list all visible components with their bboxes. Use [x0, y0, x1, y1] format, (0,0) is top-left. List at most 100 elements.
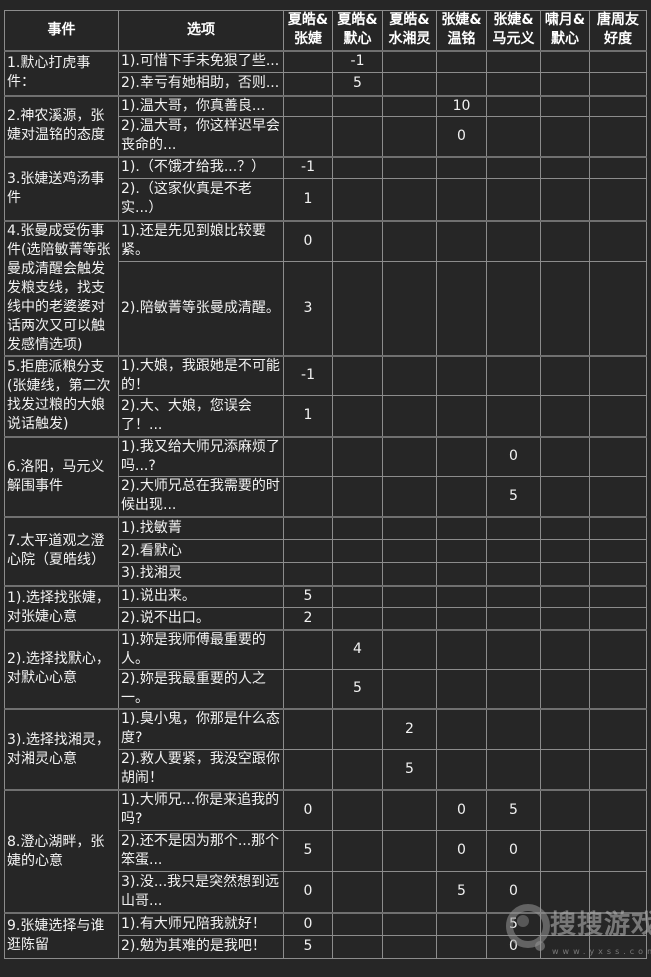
value-cell-xiaoyue-moxin [540, 708, 590, 750]
value-cell-zhangjie-mayuanyi [486, 628, 541, 670]
value-cell-zhangjie-wenming [436, 49, 487, 73]
value-cell-zhangjie-wenming: 0 [436, 829, 487, 872]
value-cell-zhangjie-wenming [436, 72, 487, 96]
value-cell-zhangjie-mayuanyi: 5 [486, 912, 541, 936]
value-cell-zhangjie-wenming: 0 [436, 789, 487, 831]
value-cell-xiahao-moxin [332, 354, 383, 396]
column-header-line: 张婕& [493, 12, 534, 29]
column-header-line: 事件 [47, 21, 76, 38]
option-cell: 1).我又给大师兄添麻烦了吗...? [118, 435, 284, 477]
value-cell-xiaoyue-moxin [540, 628, 590, 670]
column-header-line: 水湘灵 [388, 31, 431, 48]
event-cell: 4.张曼成受伤事件(选陪敏菁等张曼成清醒会触发发粮支线，找支线中的老婆婆对话两次… [4, 219, 119, 356]
column-header-xiahao-zhangjie: 夏皓& 张婕 [283, 10, 333, 52]
value-cell-zhangjie-wenming [436, 607, 487, 630]
value-cell-zhangjie-wenming [436, 562, 487, 586]
value-cell-tangzhou-friendship [589, 395, 647, 437]
table-row: 9.张婕选择与谁逛陈留 1).有大师兄陪我就好！ 0 5 [4, 912, 647, 959]
value-cell-zhangjie-mayuanyi [486, 72, 541, 96]
value-cell-tangzhou-friendship [589, 354, 647, 396]
value-cell-xiaoyue-moxin [540, 476, 590, 517]
value-cell-zhangjie-mayuanyi [486, 395, 541, 437]
value-cell-tangzhou-friendship [589, 515, 647, 540]
value-cell-zhangjie-mayuanyi [486, 116, 541, 157]
value-cell-xiahao-shuixiangling [382, 829, 437, 872]
option-cell: 2).说不出口。 [118, 607, 284, 630]
value-cell-xiahao-zhangjie [283, 435, 333, 477]
column-header-line: 唐周友 [597, 12, 639, 29]
value-cell-xiahao-zhangjie [283, 539, 333, 563]
column-header-zhangjie-mayuanyi: 张婕& 马元义 [486, 10, 541, 52]
value-cell-zhangjie-wenming [436, 260, 487, 357]
value-cell-zhangjie-mayuanyi: 0 [486, 435, 541, 477]
option-cell: 2).（这家伙真是不老实...） [118, 178, 284, 221]
value-cell-zhangjie-wenming [436, 584, 487, 608]
table-row: 3.张婕送鸡汤事件 1).（不饿才给我...？） -1 [4, 155, 647, 221]
table-row: 2.神农溪源，张婕对温铭的态度 1).温大哥，你真善良... 10 [4, 94, 647, 157]
value-cell-xiahao-moxin: 4 [332, 628, 383, 670]
event-cell: 9.张婕选择与谁逛陈留 [4, 912, 119, 959]
event-cell: 1.默心打虎事件： [4, 49, 119, 96]
value-cell-zhangjie-mayuanyi [486, 515, 541, 540]
value-cell-zhangjie-wenming [436, 912, 487, 936]
value-cell-tangzhou-friendship [589, 934, 647, 959]
value-cell-zhangjie-wenming [436, 178, 487, 221]
value-cell-xiahao-shuixiangling [382, 668, 437, 710]
value-cell-xiahao-shuixiangling [382, 435, 437, 477]
affection-table: 事件 选项 夏皓& 张婕 夏皓& 默心 夏皓& 水湘灵 张婕& 温铭 张婕& 马元义 啸月& 默心 唐周友好… [4, 10, 647, 959]
value-cell-zhangjie-mayuanyi [486, 354, 541, 396]
value-cell-xiahao-moxin [332, 539, 383, 563]
value-cell-xiahao-shuixiangling [382, 116, 437, 157]
value-cell-zhangjie-wenming [436, 934, 487, 959]
value-cell-zhangjie-wenming [436, 395, 487, 437]
table-row: 1.默心打虎事件： 1).可惜下手未免狠了些... -1 [4, 49, 647, 96]
value-cell-xiaoyue-moxin [540, 155, 590, 179]
value-cell-tangzhou-friendship [589, 219, 647, 262]
value-cell-xiahao-moxin [332, 476, 383, 517]
column-header-line: 默心 [343, 31, 372, 48]
value-cell-xiahao-shuixiangling [382, 584, 437, 608]
value-cell-xiaoyue-moxin [540, 668, 590, 710]
table-row: 6.洛阳，马元义解围事件 1).我又给大师兄添麻烦了吗...? 0 [4, 435, 647, 517]
value-cell-xiahao-shuixiangling [382, 539, 437, 563]
value-cell-xiahao-zhangjie [283, 72, 333, 96]
column-header-line: 夏皓& [337, 12, 378, 29]
value-cell-xiahao-zhangjie: 5 [283, 934, 333, 959]
value-cell-tangzhou-friendship [589, 539, 647, 563]
option-cell: 1).说出来。 [118, 584, 284, 608]
value-cell-zhangjie-mayuanyi [486, 178, 541, 221]
value-cell-xiahao-shuixiangling [382, 607, 437, 630]
value-cell-zhangjie-mayuanyi [486, 584, 541, 608]
value-cell-zhangjie-mayuanyi [486, 562, 541, 586]
value-cell-xiahao-shuixiangling [382, 49, 437, 73]
value-cell-zhangjie-wenming [436, 354, 487, 396]
value-cell-tangzhou-friendship [589, 789, 647, 831]
option-cell: 1).大娘，我跟她是不可能的！ [118, 354, 284, 396]
column-header-zhangjie-wenming: 张婕& 温铭 [436, 10, 487, 52]
option-cell: 2).看默心 [118, 539, 284, 563]
value-cell-zhangjie-mayuanyi: 0 [486, 934, 541, 959]
value-cell-xiahao-moxin [332, 116, 383, 157]
value-cell-zhangjie-mayuanyi [486, 219, 541, 262]
option-cell: 2).勉为其难的是我吧！ [118, 934, 284, 959]
value-cell-xiahao-moxin: -1 [332, 49, 383, 73]
table-row: 2).选择找默心，对默心心意 1).妳是我师傅最重要的人。 4 [4, 628, 647, 710]
value-cell-tangzhou-friendship [589, 628, 647, 670]
option-cell: 1).有大师兄陪我就好！ [118, 912, 284, 936]
value-cell-tangzhou-friendship [589, 476, 647, 517]
option-cell: 1).找敏菁 [118, 515, 284, 540]
value-cell-zhangjie-wenming [436, 539, 487, 563]
value-cell-xiaoyue-moxin [540, 870, 590, 914]
option-cell: 1).妳是我师傅最重要的人。 [118, 628, 284, 670]
value-cell-xiahao-zhangjie: -1 [283, 354, 333, 396]
value-cell-xiahao-moxin: 5 [332, 72, 383, 96]
event-cell: 5.拒鹿派粮分支(张婕线，第二次找发过粮的大娘说话触发) [4, 354, 119, 437]
event-cell: 6.洛阳，马元义解围事件 [4, 435, 119, 517]
value-cell-zhangjie-mayuanyi [486, 94, 541, 117]
value-cell-tangzhou-friendship [589, 748, 647, 791]
value-cell-tangzhou-friendship [589, 668, 647, 710]
value-cell-xiaoyue-moxin [540, 178, 590, 221]
value-cell-xiahao-zhangjie [283, 628, 333, 670]
value-cell-xiahao-zhangjie [283, 668, 333, 710]
value-cell-zhangjie-mayuanyi [486, 668, 541, 710]
